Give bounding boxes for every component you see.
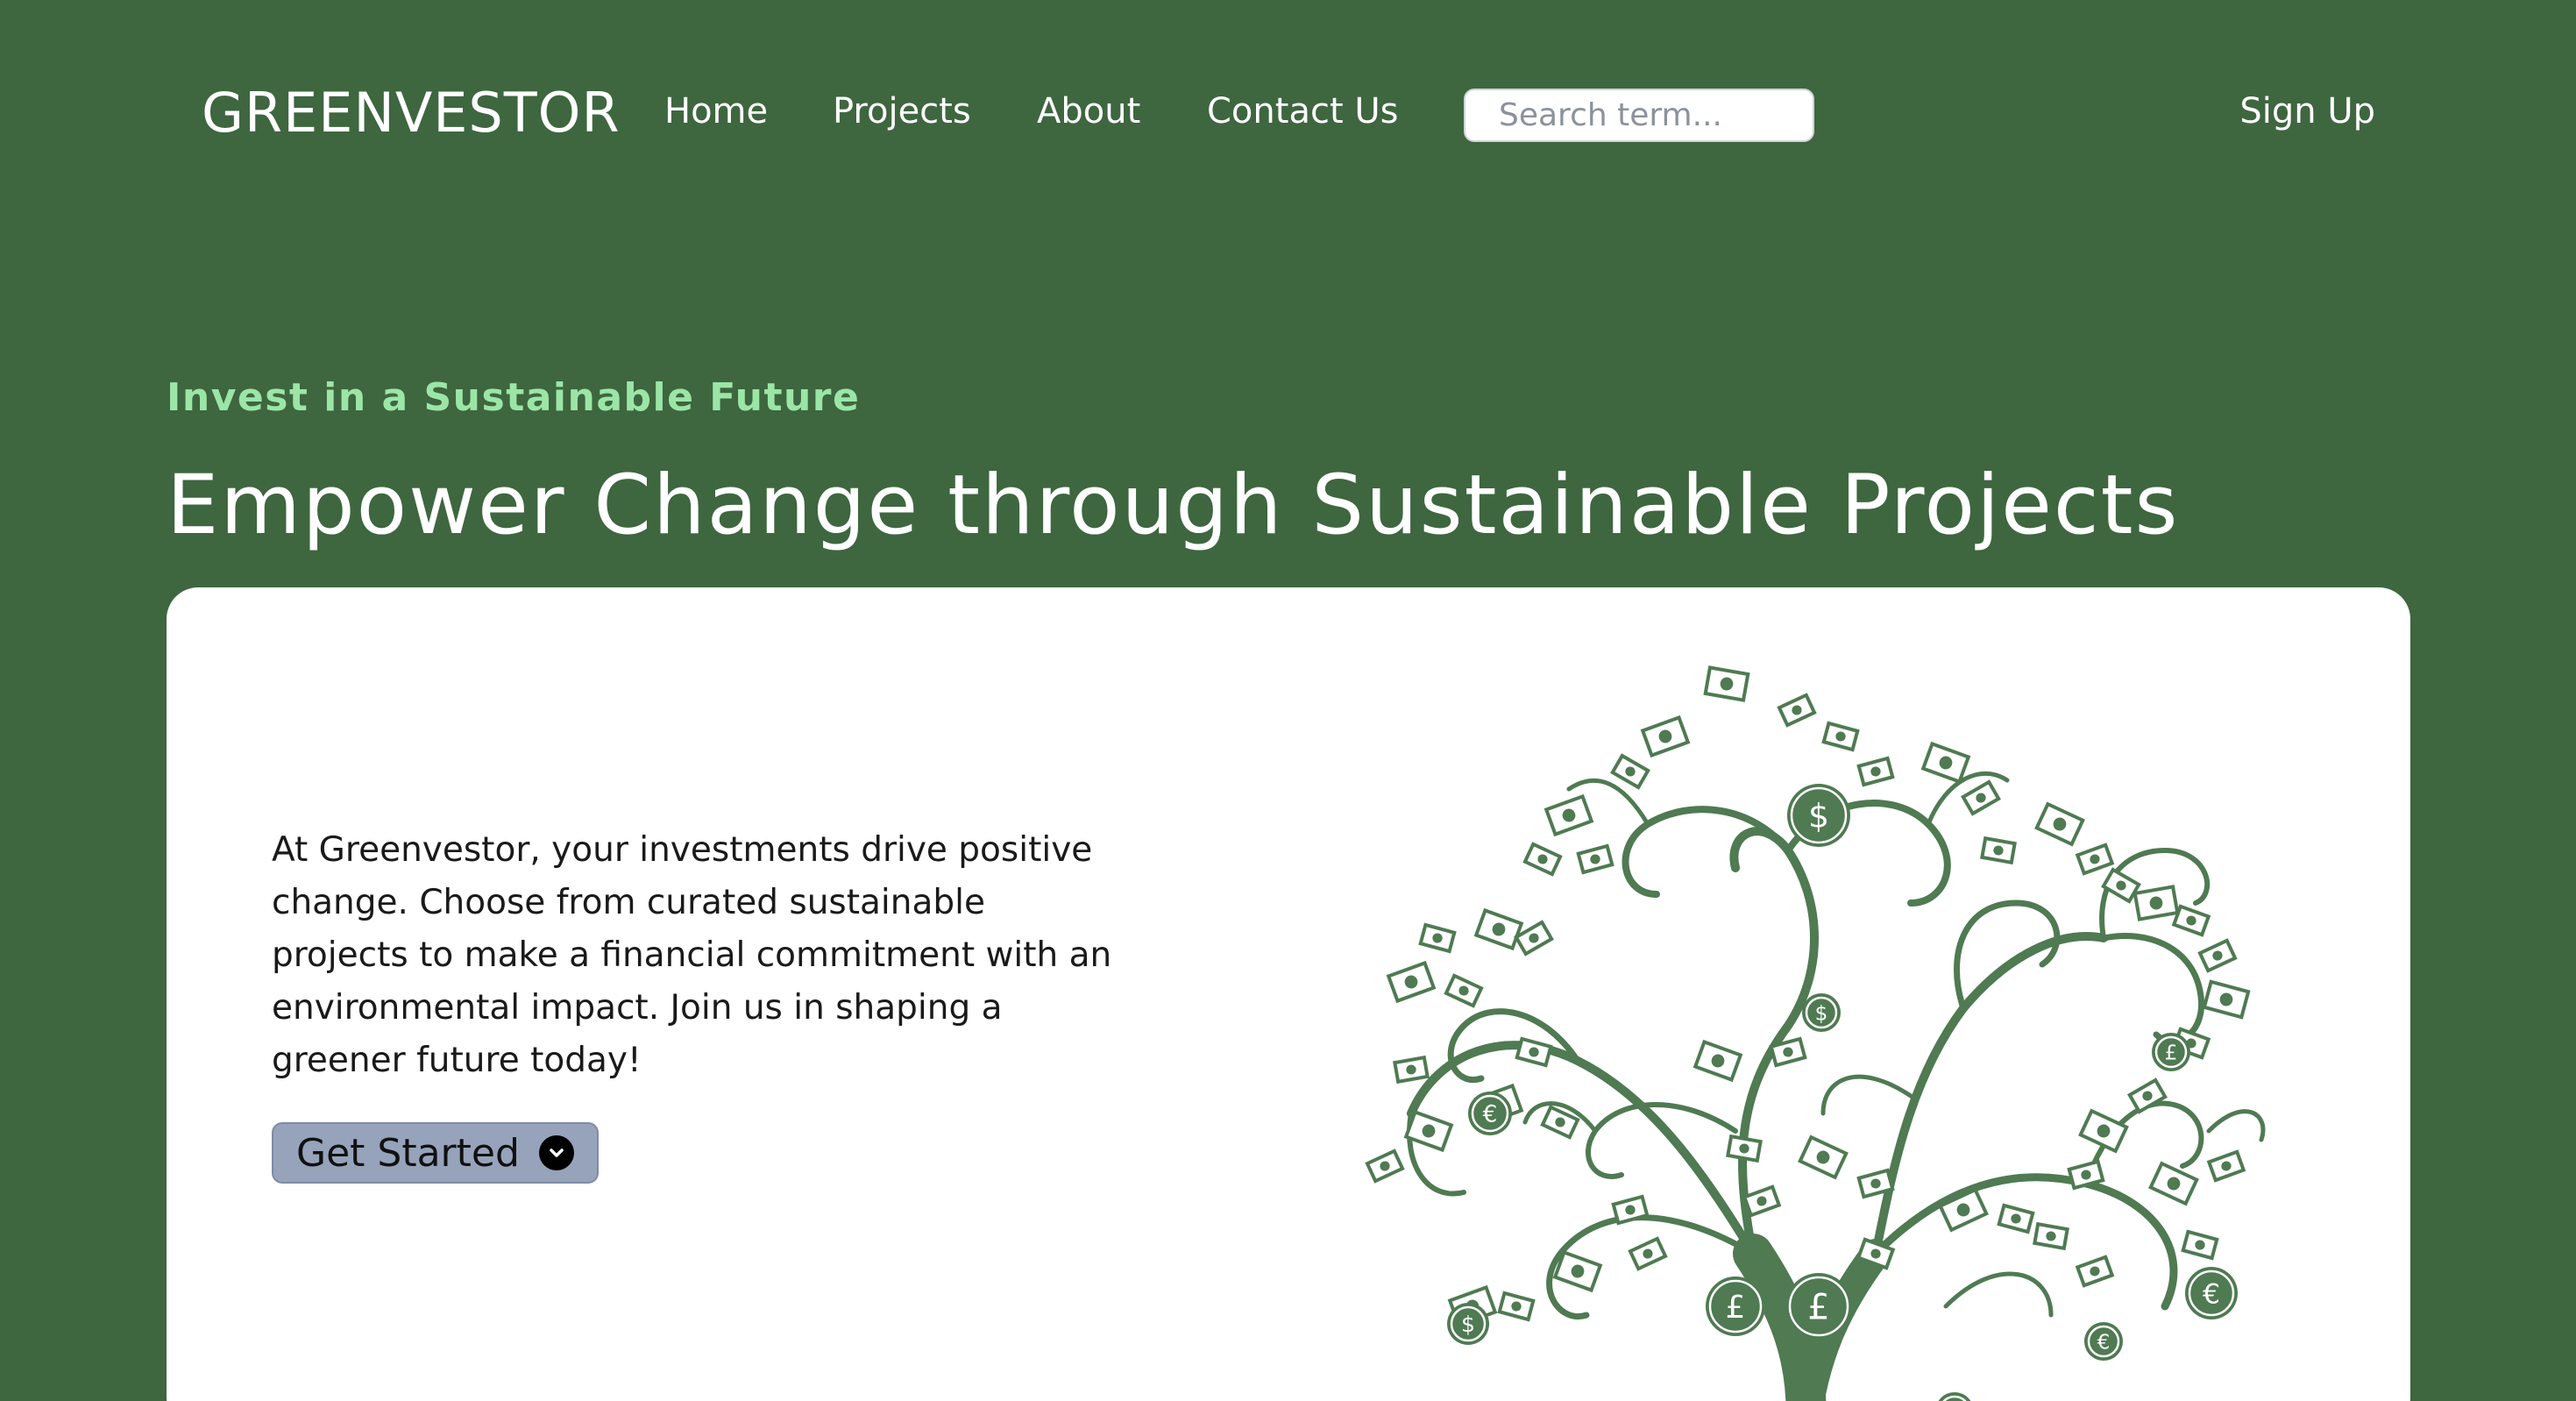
banknote-icon <box>1365 1149 1405 1184</box>
hero-description: At Greenvestor, your investments drive p… <box>272 830 1112 1080</box>
get-started-button[interactable]: Get Started <box>272 1122 599 1184</box>
page-title: Empower Change through Sustainable Proje… <box>167 458 2180 553</box>
svg-text:£: £ <box>1807 1287 1829 1327</box>
banknote-icon <box>1444 973 1484 1008</box>
banknote-icon <box>1692 1039 1743 1083</box>
hero-card: At Greenvestor, your investments drive p… <box>167 587 2410 1401</box>
banknote-icon <box>2127 1077 2168 1114</box>
svg-text:€: € <box>2097 1331 2111 1354</box>
banknote-icon <box>1980 836 2017 865</box>
coin-icon: £ <box>1706 1277 1765 1336</box>
brand-logo[interactable]: GREENVESTOR <box>202 81 621 145</box>
banknote-icon <box>1522 842 1563 877</box>
banknote-icon <box>1777 693 1817 728</box>
coin-icon: £ <box>2152 1033 2190 1071</box>
banknote-icon <box>1515 1036 1553 1068</box>
banknote-icon <box>2132 885 2180 921</box>
banknote-icon <box>1997 1203 2035 1234</box>
banknote-icon <box>1856 756 1895 787</box>
banknote-icon <box>1473 907 1524 951</box>
nav-link-projects[interactable]: Projects <box>833 91 971 132</box>
coin-icon: € <box>2084 1322 2123 1361</box>
nav-link-about[interactable]: About <box>1037 91 1140 132</box>
banknote-icon <box>1961 779 2001 816</box>
coin-icon: £ <box>1785 1273 1852 1340</box>
banknote-icon <box>2148 1161 2199 1206</box>
svg-text:€: € <box>1483 1102 1498 1128</box>
banknote-icon <box>1393 1055 1430 1085</box>
get-started-label: Get Started <box>296 1130 520 1176</box>
banknote-icon <box>2197 938 2238 973</box>
banknote-icon <box>2171 904 2211 937</box>
sign-up-link[interactable]: Sign Up <box>2239 91 2375 132</box>
banknote-icon <box>1703 665 1750 702</box>
banknote-icon <box>1821 721 1860 752</box>
banknote-icon <box>2033 1221 2069 1251</box>
top-navigation: GREENVESTOR Home Projects About Contact … <box>0 0 2576 228</box>
banknote-icon <box>2075 1255 2115 1288</box>
banknote-icon <box>1576 843 1614 875</box>
coin-icon: $ <box>1787 784 1850 847</box>
banknote-icon <box>1742 1184 1782 1218</box>
coin-icon: $ <box>1938 1392 1971 1401</box>
coin-icon: $ <box>1447 1303 1489 1345</box>
banknote-icon <box>2034 801 2085 847</box>
svg-text:$: $ <box>1461 1312 1475 1337</box>
banknote-icon <box>1497 1291 1536 1322</box>
banknote-icon <box>1552 1249 1603 1293</box>
chevron-down-icon <box>538 1135 574 1170</box>
banknote-icon <box>2181 1229 2219 1261</box>
svg-text:$: $ <box>1808 797 1829 836</box>
svg-text:$: $ <box>1815 1002 1828 1025</box>
banknote-icon <box>1403 1109 1454 1153</box>
svg-text:£: £ <box>1726 1290 1746 1326</box>
banknote-icon <box>1543 793 1594 837</box>
banknote-icon <box>1798 1134 1849 1180</box>
banknote-icon <box>1418 922 1457 954</box>
banknote-icon <box>2206 1149 2246 1183</box>
nav-link-home[interactable]: Home <box>664 91 768 132</box>
coin-icon: € <box>1468 1092 1512 1135</box>
money-tree-illustration: $ £ € $ £ € £ $ € $ <box>1365 665 2266 1401</box>
svg-text:£: £ <box>2165 1042 2178 1064</box>
coin-icon: $ <box>1802 993 1841 1032</box>
banknote-icon <box>2101 867 2141 904</box>
banknote-icon <box>2078 1108 2129 1154</box>
banknote-icon <box>1920 741 1971 785</box>
nav-link-contact-us[interactable]: Contact Us <box>1207 91 1398 132</box>
search-input[interactable] <box>1464 89 1814 142</box>
hero-eyebrow: Invest in a Sustainable Future <box>167 375 861 420</box>
banknote-icon <box>1386 960 1437 1004</box>
svg-text:€: € <box>2203 1278 2220 1310</box>
coin-icon: € <box>2185 1267 2238 1319</box>
banknote-icon <box>1610 753 1650 790</box>
banknote-icon <box>1640 715 1691 758</box>
banknote-icon <box>2202 979 2251 1020</box>
banknote-icon <box>2075 843 2115 876</box>
banknote-icon <box>1726 1134 1763 1163</box>
banknote-icon <box>1628 1236 1668 1271</box>
